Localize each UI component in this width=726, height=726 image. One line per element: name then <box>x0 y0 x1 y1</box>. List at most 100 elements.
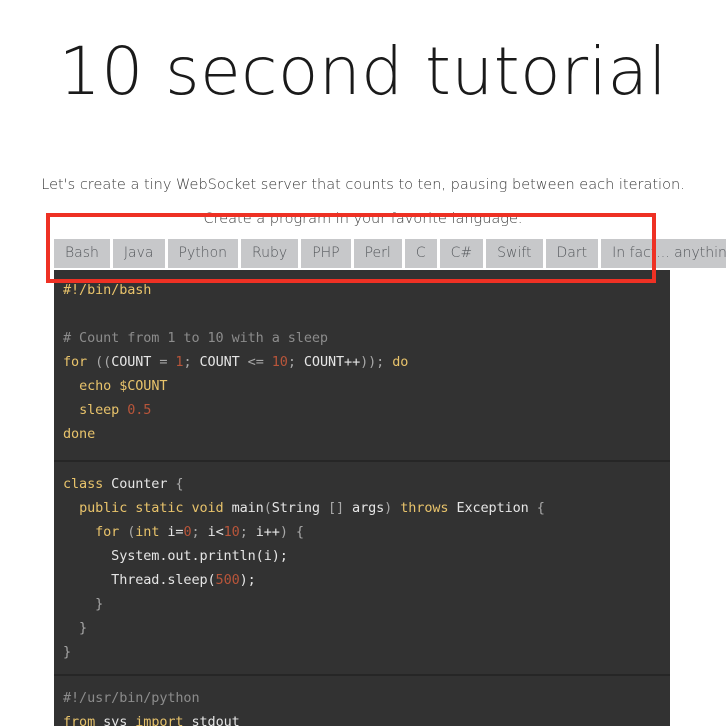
code-token: (( <box>87 354 112 370</box>
language-tab-strip[interactable]: Bash Java Python Ruby PHP Perl C C# Swift Dart In … <box>54 239 726 268</box>
code-token: public static void <box>79 500 224 516</box>
language-tab-c[interactable]: C <box>404 239 437 268</box>
language-tab-dart[interactable]: Dart <box>545 239 599 268</box>
code-token: } <box>63 596 104 612</box>
code-token: COUNT <box>199 354 240 370</box>
code-token: [] <box>319 500 353 516</box>
language-tab-perl[interactable]: Perl <box>353 239 402 268</box>
code-line: } <box>54 640 670 664</box>
code-token: System.out.println(i); <box>111 548 288 564</box>
code-block-java: class Counter { public static void main(… <box>54 462 670 676</box>
code-line: #!/usr/bin/python <box>54 686 670 710</box>
code-token: String <box>271 500 320 516</box>
language-tab-ruby[interactable]: Ruby <box>241 239 299 268</box>
code-token: 500 <box>215 572 240 588</box>
code-token: i< <box>207 524 224 540</box>
code-token: ( <box>119 524 136 540</box>
intro-block: Let's create a tiny WebSocket server tha… <box>0 168 726 236</box>
code-token: 0 <box>183 524 192 540</box>
code-token: ; <box>239 524 256 540</box>
code-token: # Count from 1 to 10 with a sleep <box>63 330 328 346</box>
code-line: Thread.sleep(500); <box>54 568 670 592</box>
code-token: done <box>63 426 96 442</box>
code-line: public static void main(String [] args) … <box>54 496 670 520</box>
language-tab-bash[interactable]: Bash <box>54 239 110 268</box>
code-token: $COUNT <box>119 378 168 394</box>
code-token: #!/bin/bash <box>63 282 152 298</box>
code-sample-region: #!/bin/bash # Count from 1 to 10 with a … <box>54 270 670 726</box>
code-token: throws <box>400 500 449 516</box>
code-token: ; <box>287 354 304 370</box>
code-token: sys <box>103 714 128 726</box>
code-token: ; <box>191 524 208 540</box>
code-token: for <box>95 524 120 540</box>
intro-line-2: Create a program in your favorite langua… <box>203 211 523 227</box>
code-line: } <box>54 592 670 616</box>
tutorial-page: 10 second tutorial Let's create a tiny W… <box>0 0 726 726</box>
code-token: COUNT <box>111 354 152 370</box>
code-token: int <box>135 524 160 540</box>
code-token: ); <box>239 572 256 588</box>
code-token: } <box>63 644 72 660</box>
code-block-bash: #!/bin/bash # Count from 1 to 10 with a … <box>54 270 670 462</box>
code-token: 10 <box>271 354 288 370</box>
code-token: from <box>63 714 96 726</box>
code-token: do <box>392 354 409 370</box>
code-token: #!/usr/bin/python <box>63 690 200 706</box>
code-token: <= <box>239 354 272 370</box>
code-token: COUNT++ <box>303 354 361 370</box>
code-token: i++ <box>255 524 280 540</box>
language-tab-php[interactable]: PHP <box>301 239 351 268</box>
code-line: for (int i=0; i<10; i++) { <box>54 520 670 544</box>
code-token: } <box>63 620 88 636</box>
code-token: ) <box>384 500 401 516</box>
code-token: 0.5 <box>127 402 152 418</box>
code-line: for ((COUNT = 1; COUNT <= 10; COUNT++));… <box>54 350 670 374</box>
code-token: Exception <box>456 500 529 516</box>
page-title: 10 second tutorial <box>58 33 668 110</box>
code-token: args <box>352 500 385 516</box>
language-tab-c[interactable]: C# <box>439 239 484 268</box>
code-block-python: #!/usr/bin/python from sys import stdout <box>54 676 670 726</box>
code-line: from sys import stdout <box>54 710 670 726</box>
code-line: class Counter { <box>54 472 670 496</box>
code-token: 10 <box>223 524 240 540</box>
code-line: #!/bin/bash <box>54 278 670 302</box>
code-line: done <box>54 422 670 446</box>
code-token: = <box>151 354 176 370</box>
code-line: System.out.println(i); <box>54 544 670 568</box>
code-token: ( <box>263 500 272 516</box>
code-token: )); <box>360 354 393 370</box>
code-token: i= <box>159 524 184 540</box>
language-tab-python[interactable]: Python <box>167 239 239 268</box>
code-token: { <box>167 476 184 492</box>
code-token: for <box>63 354 88 370</box>
language-tab-in-fact-anything[interactable]: In fact... anything! <box>601 239 726 268</box>
code-line <box>54 302 670 326</box>
language-tab-java[interactable]: Java <box>112 239 165 268</box>
code-line: # Count from 1 to 10 with a sleep <box>54 326 670 350</box>
code-token: Counter <box>111 476 168 492</box>
intro-line-1: Let's create a tiny WebSocket server tha… <box>41 177 685 193</box>
code-token: ) { <box>279 524 304 540</box>
code-token: class <box>63 476 104 492</box>
code-token: stdout <box>191 714 240 726</box>
code-token: main <box>231 500 264 516</box>
code-line: sleep 0.5 <box>54 398 670 422</box>
code-token: ; <box>183 354 200 370</box>
language-tab-swift[interactable]: Swift <box>486 239 543 268</box>
code-line: } <box>54 616 670 640</box>
code-line: echo $COUNT <box>54 374 670 398</box>
code-token: echo <box>79 378 112 394</box>
code-token: { <box>528 500 545 516</box>
code-token: import <box>135 714 184 726</box>
